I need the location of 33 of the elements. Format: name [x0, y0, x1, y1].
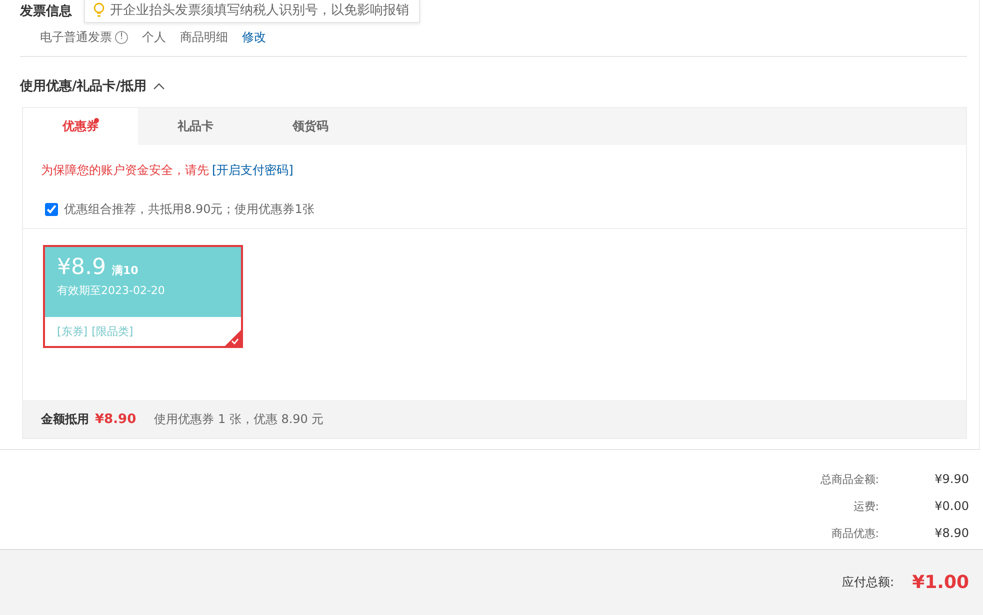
coupon-tag: [限品类]: [92, 324, 134, 339]
summary-label: 金额抵用: [41, 410, 89, 428]
coupon-condition: 满10: [112, 263, 138, 278]
tab[interactable]: 礼品卡: [138, 108, 253, 145]
total-label: 总商品金额:: [819, 472, 879, 487]
total-value: ¥0.00: [934, 499, 969, 514]
check-corner-icon: [225, 330, 241, 346]
section-title: 发票信息: [20, 3, 72, 20]
coupon-amount: ¥8.9: [57, 255, 106, 280]
total-value: ¥9.90: [934, 472, 969, 487]
total-label: 商品优惠:: [830, 526, 879, 541]
warning-text: 为保障您的账户资金安全，请先: [41, 162, 209, 179]
checkbox-label: 优惠组合推荐，共抵用8.90元；使用优惠券1张: [64, 201, 314, 218]
summary-amount: ¥8.90: [95, 412, 136, 426]
tooltip-text: 开企业抬头发票须填写纳税人识别号，以免影响报销: [110, 2, 409, 19]
invoice-detail: 个人: [142, 29, 166, 46]
total-value: ¥8.90: [934, 526, 969, 541]
info-icon: !: [115, 31, 128, 44]
coupon-validity: 有效期至2023-02-20: [57, 283, 166, 298]
payable-amount: ¥1.00: [912, 572, 969, 593]
section-title: 使用优惠/礼品卡/抵用: [20, 78, 146, 95]
password-link[interactable]: [开启支付密码]: [212, 162, 294, 179]
tab[interactable]: 优惠券: [23, 108, 138, 145]
tab[interactable]: 领货码: [253, 108, 368, 145]
checkbox[interactable]: [45, 203, 58, 216]
lightbulb-icon: [93, 2, 105, 18]
coupon-tag: [东券]: [57, 324, 88, 339]
summary-detail: 使用优惠券 1 张，优惠 8.90 元: [154, 410, 324, 428]
invoice-detail: 商品明细: [180, 29, 228, 46]
total-label: 运费:: [852, 499, 879, 514]
invoice-type: 电子普通发票: [40, 29, 112, 46]
edit-link[interactable]: 修改: [242, 29, 266, 46]
payable-label: 应付总额:: [842, 574, 894, 591]
